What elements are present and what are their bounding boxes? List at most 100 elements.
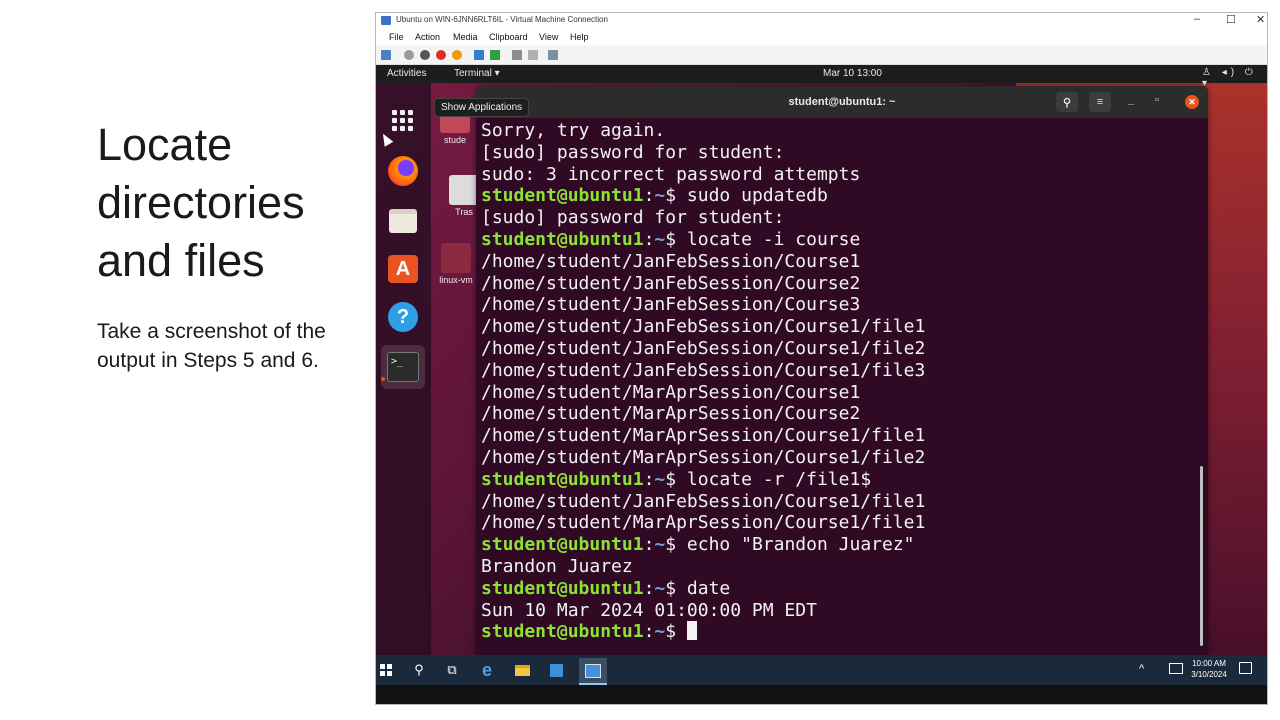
task-view-button[interactable]: ⧉: [444, 662, 460, 678]
trash-icon: [449, 175, 479, 205]
terminal-output-text: Brandon Juarez: [481, 555, 633, 577]
show-applications-button[interactable]: [385, 103, 421, 139]
terminal-command: $: [665, 621, 687, 643]
terminal-output-text: /home/student/JanFebSession/Course1/file…: [481, 337, 926, 359]
revert-icon[interactable]: [528, 50, 538, 60]
terminal-output-text: Sun 10 Mar 2024 01:00:00 PM EDT: [481, 599, 817, 621]
terminal-window[interactable]: student@ubuntu1: ~ ⚲ ≡ _ ▫ ✕ Sorry, try …: [476, 86, 1208, 655]
terminal-minimize-button[interactable]: _: [1128, 94, 1134, 106]
task-view-icon: ⧉: [447, 662, 457, 677]
shutdown-icon[interactable]: [436, 50, 446, 60]
terminal-output-line: [sudo] password for student:: [481, 142, 1201, 164]
vm-maximize-button[interactable]: ☐: [1226, 13, 1236, 26]
terminal-output[interactable]: Sorry, try again. [sudo] password for stu…: [481, 120, 1201, 655]
dock-firefox[interactable]: [385, 153, 421, 189]
menu-file[interactable]: File: [389, 32, 404, 42]
terminal-app-menu[interactable]: Terminal ▾: [454, 68, 500, 79]
terminal-output-text: /home/student/JanFebSession/Course1/file…: [481, 359, 926, 381]
terminal-output-line: /home/student/JanFebSession/Course3: [481, 294, 1201, 316]
terminal-prompt-line: student@ubuntu1:~$: [481, 621, 1201, 643]
windows-taskbar: ⚲ ⧉ e ^ 10:00 AM 3/10/2024: [376, 655, 1267, 685]
vm-window-title: Ubuntu on WIN-6JNN6RLT6IL - Virtual Mach…: [396, 15, 608, 24]
windows-start-button[interactable]: [378, 662, 394, 678]
checkpoint-icon[interactable]: [512, 50, 522, 60]
taskbar-search-button[interactable]: ⚲: [411, 662, 427, 678]
top-bar-clock[interactable]: Mar 10 13:00: [823, 68, 882, 79]
menu-action[interactable]: Action: [415, 32, 440, 42]
notification-center-icon[interactable]: [1239, 662, 1252, 674]
help-icon: ?: [388, 302, 418, 332]
terminal-output-text: [sudo] password for student:: [481, 141, 785, 163]
save-icon[interactable]: [452, 50, 462, 60]
turn-off-icon[interactable]: [420, 50, 430, 60]
menu-media[interactable]: Media: [453, 32, 478, 42]
hamburger-menu-icon: ≡: [1096, 96, 1104, 108]
files-icon: [389, 209, 417, 233]
resume-icon[interactable]: [490, 50, 500, 60]
tray-overflow-chevron-icon[interactable]: ^: [1139, 663, 1144, 675]
enhanced-session-icon[interactable]: [548, 50, 558, 60]
terminal-output-line: /home/student/JanFebSession/Course1/file…: [481, 491, 1201, 513]
terminal-output-text: /home/student/JanFebSession/Course1/file…: [481, 490, 926, 512]
menu-help[interactable]: Help: [570, 32, 589, 42]
terminal-close-button[interactable]: ✕: [1185, 95, 1199, 109]
folder-icon: [441, 243, 471, 273]
taskbar-vm-connection[interactable]: [579, 658, 607, 684]
terminal-output-line: /home/student/JanFebSession/Course1/file…: [481, 360, 1201, 382]
terminal-output-text: /home/student/MarAprSession/Course1/file…: [481, 512, 926, 534]
pause-icon[interactable]: [474, 50, 484, 60]
start-icon[interactable]: [404, 50, 414, 60]
dock-files[interactable]: [385, 203, 421, 239]
store-icon: [549, 663, 563, 677]
prompt-user-host: student@ubuntu1: [481, 228, 644, 250]
terminal-scrollbar[interactable]: [1200, 466, 1203, 646]
prompt-user-host: student@ubuntu1: [481, 534, 644, 556]
menu-clipboard[interactable]: Clipboard: [489, 32, 528, 42]
ctrl-alt-del-icon[interactable]: [381, 50, 391, 60]
terminal-output-text: /home/student/MarAprSession/Course1/file…: [481, 425, 926, 447]
desktop-icon-label: stude: [443, 135, 467, 145]
dock-help[interactable]: ?: [385, 299, 421, 335]
vm-toolbar: [376, 45, 1267, 65]
terminal-command: $ echo "Brandon Juarez": [665, 534, 915, 556]
terminal-output-text: /home/student/MarAprSession/Course1/file…: [481, 446, 926, 468]
terminal-command: $ locate -i course: [665, 228, 861, 250]
prompt-path: ~: [654, 185, 666, 207]
vm-close-button[interactable]: ✕: [1256, 13, 1265, 26]
terminal-output-line: /home/student/JanFebSession/Course2: [481, 273, 1201, 295]
terminal-prompt-line: student@ubuntu1:~$ locate -i course: [481, 228, 861, 250]
terminal-output-line: /home/student/MarAprSession/Course1/file…: [481, 425, 1201, 447]
terminal-icon: >_: [387, 352, 419, 382]
terminal-output-line: /home/student/JanFebSession/Course1/file…: [481, 338, 1201, 360]
system-menu-icons[interactable]: ♙ ◂) ⏻ ▾: [1202, 67, 1267, 89]
dock-ubuntu-software[interactable]: A: [385, 251, 421, 287]
terminal-output-text: /home/student/JanFebSession/Course1: [481, 250, 861, 272]
prompt-path: ~: [654, 228, 666, 250]
network-icon[interactable]: [1169, 663, 1183, 674]
terminal-output-text: /home/student/MarAprSession/Course2: [481, 403, 861, 425]
terminal-maximize-button[interactable]: ▫: [1155, 94, 1159, 106]
menu-view[interactable]: View: [539, 32, 558, 42]
terminal-menu-button[interactable]: ≡: [1089, 92, 1111, 112]
terminal-output-line: /home/student/JanFebSession/Course1/file…: [481, 316, 1201, 338]
terminal-output-line: Sun 10 Mar 2024 01:00:00 PM EDT: [481, 600, 1201, 622]
taskbar-file-explorer[interactable]: [514, 662, 530, 678]
desktop-icon-label: Tras: [455, 207, 473, 217]
gnome-top-bar: Activities Terminal ▾ Mar 10 13:00 ♙ ◂) …: [376, 65, 1267, 89]
taskbar-clock[interactable]: 10:00 AM 3/10/2024: [1184, 658, 1234, 680]
terminal-search-button[interactable]: ⚲: [1056, 92, 1078, 112]
taskbar-store[interactable]: [548, 662, 564, 678]
activities-button[interactable]: Activities: [387, 68, 426, 79]
terminal-output-text: /home/student/JanFebSession/Course1/file…: [481, 316, 926, 338]
desktop-linux-vm-folder[interactable]: linux-vm: [433, 243, 479, 303]
dock-terminal[interactable]: >_: [381, 345, 425, 389]
search-icon: ⚲: [1062, 96, 1072, 109]
prompt-user-host: student@ubuntu1: [481, 468, 644, 490]
ubuntu-desktop: Activities Terminal ▾ Mar 10 13:00 ♙ ◂) …: [376, 65, 1267, 655]
terminal-output-line: /home/student/MarAprSession/Course1/file…: [481, 447, 1201, 469]
terminal-output-text: /home/student/JanFebSession/Course2: [481, 272, 861, 294]
vm-status-strip: [376, 685, 1267, 704]
terminal-output-text: [sudo] password for student:: [481, 207, 785, 229]
taskbar-edge[interactable]: e: [479, 660, 495, 680]
vm-minimize-button[interactable]: –: [1194, 13, 1200, 25]
